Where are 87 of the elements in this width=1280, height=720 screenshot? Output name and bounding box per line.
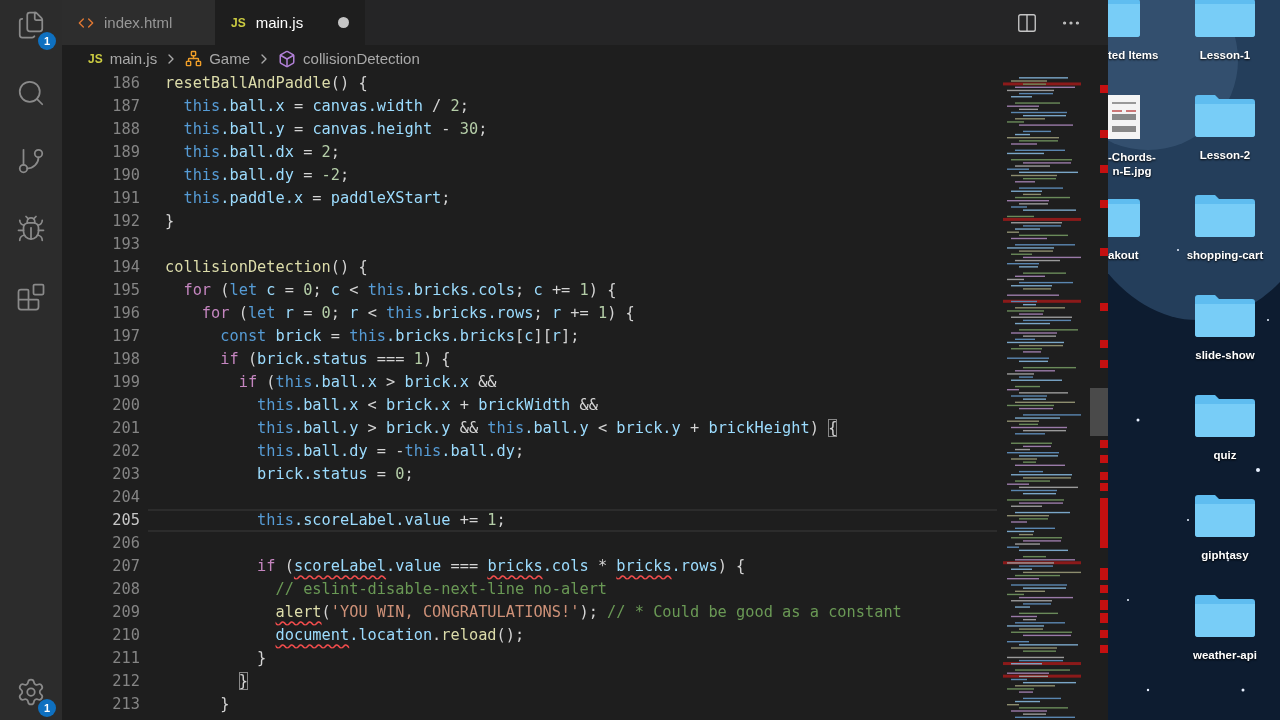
code-line: collisionDetection() { bbox=[165, 258, 368, 277]
js-file-icon: JS bbox=[88, 51, 103, 66]
notification-badge: 1 bbox=[38, 32, 56, 50]
unsaved-dot-icon bbox=[338, 17, 349, 28]
line-number: 207 bbox=[111, 556, 141, 577]
line-number: 206 bbox=[111, 533, 141, 554]
line-number: 197 bbox=[111, 326, 141, 347]
settings-button[interactable]: 1 bbox=[16, 677, 56, 717]
line-number: 201 bbox=[111, 418, 141, 439]
code-line: } bbox=[219, 695, 230, 714]
split-editor-icon[interactable] bbox=[1016, 11, 1038, 34]
file-name: ted Items bbox=[1108, 48, 1159, 62]
file-name: -Chords- n-E.jpg bbox=[1108, 150, 1156, 178]
folder-icon[interactable] bbox=[1193, 294, 1257, 338]
code-line: } bbox=[256, 649, 267, 668]
line-number: 194 bbox=[111, 257, 141, 278]
code-line: } bbox=[165, 212, 175, 231]
code-line: this.scoreLabel.value += 1; bbox=[256, 511, 506, 530]
folder-icon[interactable] bbox=[1108, 0, 1142, 38]
line-number: 209 bbox=[111, 602, 141, 623]
file-name: giphtasy bbox=[1201, 548, 1249, 562]
code-line: // eslint-disable-next-line no-alert bbox=[274, 580, 608, 599]
line-number: 199 bbox=[111, 372, 141, 393]
file-thumbnail-icon[interactable] bbox=[1108, 94, 1142, 140]
code-line: if (brick.status === 1) { bbox=[219, 350, 451, 369]
breadcrumb-item[interactable]: Game bbox=[209, 50, 251, 67]
code-line: this.ball.x = canvas.width / 2; bbox=[182, 97, 469, 116]
editor-tab[interactable]: index.html bbox=[62, 0, 215, 45]
editor-tab[interactable]: JS main.js bbox=[215, 0, 365, 45]
folder-icon[interactable] bbox=[1193, 94, 1257, 138]
line-number: 205 bbox=[111, 510, 141, 531]
code-line: for (let c = 0; c < this.bricks.cols; c += 1) { bbox=[182, 281, 617, 300]
line-number: 213 bbox=[111, 694, 141, 715]
line-number: 204 bbox=[111, 487, 141, 508]
code-line: } bbox=[237, 672, 248, 691]
code-line: if (this.ball.x > brick.x && bbox=[237, 373, 497, 392]
line-number: 198 bbox=[111, 349, 141, 370]
file-name: akout bbox=[1108, 248, 1139, 262]
line-number: 188 bbox=[111, 119, 141, 140]
file-name: Lesson-2 bbox=[1199, 148, 1251, 162]
line-number: 200 bbox=[111, 395, 141, 416]
code-line: const brick = this.bricks.bricks[c][r]; bbox=[219, 327, 580, 346]
code-line: this.ball.y > brick.y && this.ball.y < brick.y + brickHeight) { bbox=[256, 419, 838, 438]
line-number: 196 bbox=[111, 303, 141, 324]
line-number: 189 bbox=[111, 142, 141, 163]
line-number: 192 bbox=[111, 211, 141, 232]
line-number: 212 bbox=[111, 671, 141, 692]
line-number: 211 bbox=[111, 648, 141, 669]
line-number: 187 bbox=[111, 96, 141, 117]
line-number: 195 bbox=[111, 280, 141, 301]
code-line: this.ball.dy = -2; bbox=[182, 166, 350, 185]
breadcrumb-item[interactable]: main.js bbox=[109, 50, 158, 67]
folder-icon[interactable] bbox=[1193, 494, 1257, 538]
code-line: if (scoreLabel.value === bricks.cols * bricks.rows) { bbox=[256, 557, 746, 576]
line-number: 203 bbox=[111, 464, 141, 485]
line-number: 208 bbox=[111, 579, 141, 600]
breadcrumb-item[interactable]: collisionDetection bbox=[303, 50, 420, 67]
class-icon bbox=[185, 50, 203, 67]
folder-icon[interactable] bbox=[1193, 394, 1257, 438]
line-number: 190 bbox=[111, 165, 141, 186]
code-line: this.paddle.x = paddleXStart; bbox=[182, 189, 451, 208]
code-line: this.ball.x < brick.x + brickWidth && bbox=[256, 396, 598, 415]
file-name: slide-show bbox=[1195, 348, 1255, 362]
folder-icon[interactable] bbox=[1193, 0, 1257, 38]
file-name: weather-api bbox=[1193, 648, 1257, 662]
file-name: quiz bbox=[1213, 448, 1237, 462]
line-number: 186 bbox=[111, 73, 141, 94]
code-line: this.ball.dx = 2; bbox=[182, 143, 341, 162]
js-file-icon: JS bbox=[231, 15, 246, 30]
line-number: 202 bbox=[111, 441, 141, 462]
file-name: shopping-cart bbox=[1186, 248, 1264, 262]
code-line: this.ball.y = canvas.height - 30; bbox=[182, 120, 488, 139]
explorer-button[interactable]: 1 bbox=[16, 10, 56, 50]
line-number: 193 bbox=[111, 234, 141, 255]
code-line: document.location.reload(); bbox=[274, 626, 525, 645]
file-name: Lesson-1 bbox=[1199, 48, 1251, 62]
cube-icon bbox=[278, 49, 297, 68]
folder-icon[interactable] bbox=[1193, 594, 1257, 638]
notification-badge: 1 bbox=[38, 699, 56, 717]
folder-icon[interactable] bbox=[1193, 194, 1257, 238]
line-number: 191 bbox=[111, 188, 141, 209]
code-line: alert('YOU WIN, CONGRATULATIONS!'); // * Could be good as a constant bbox=[274, 603, 902, 622]
code-line: resetBallAndPaddle() { bbox=[165, 74, 368, 93]
code-line: this.ball.dy = -this.ball.dy; bbox=[256, 442, 525, 461]
code-line: for (let r = 0; r < this.bricks.rows; r += 1) { bbox=[200, 304, 635, 323]
code-line: brick.status = 0; bbox=[256, 465, 414, 484]
line-number: 210 bbox=[111, 625, 141, 646]
